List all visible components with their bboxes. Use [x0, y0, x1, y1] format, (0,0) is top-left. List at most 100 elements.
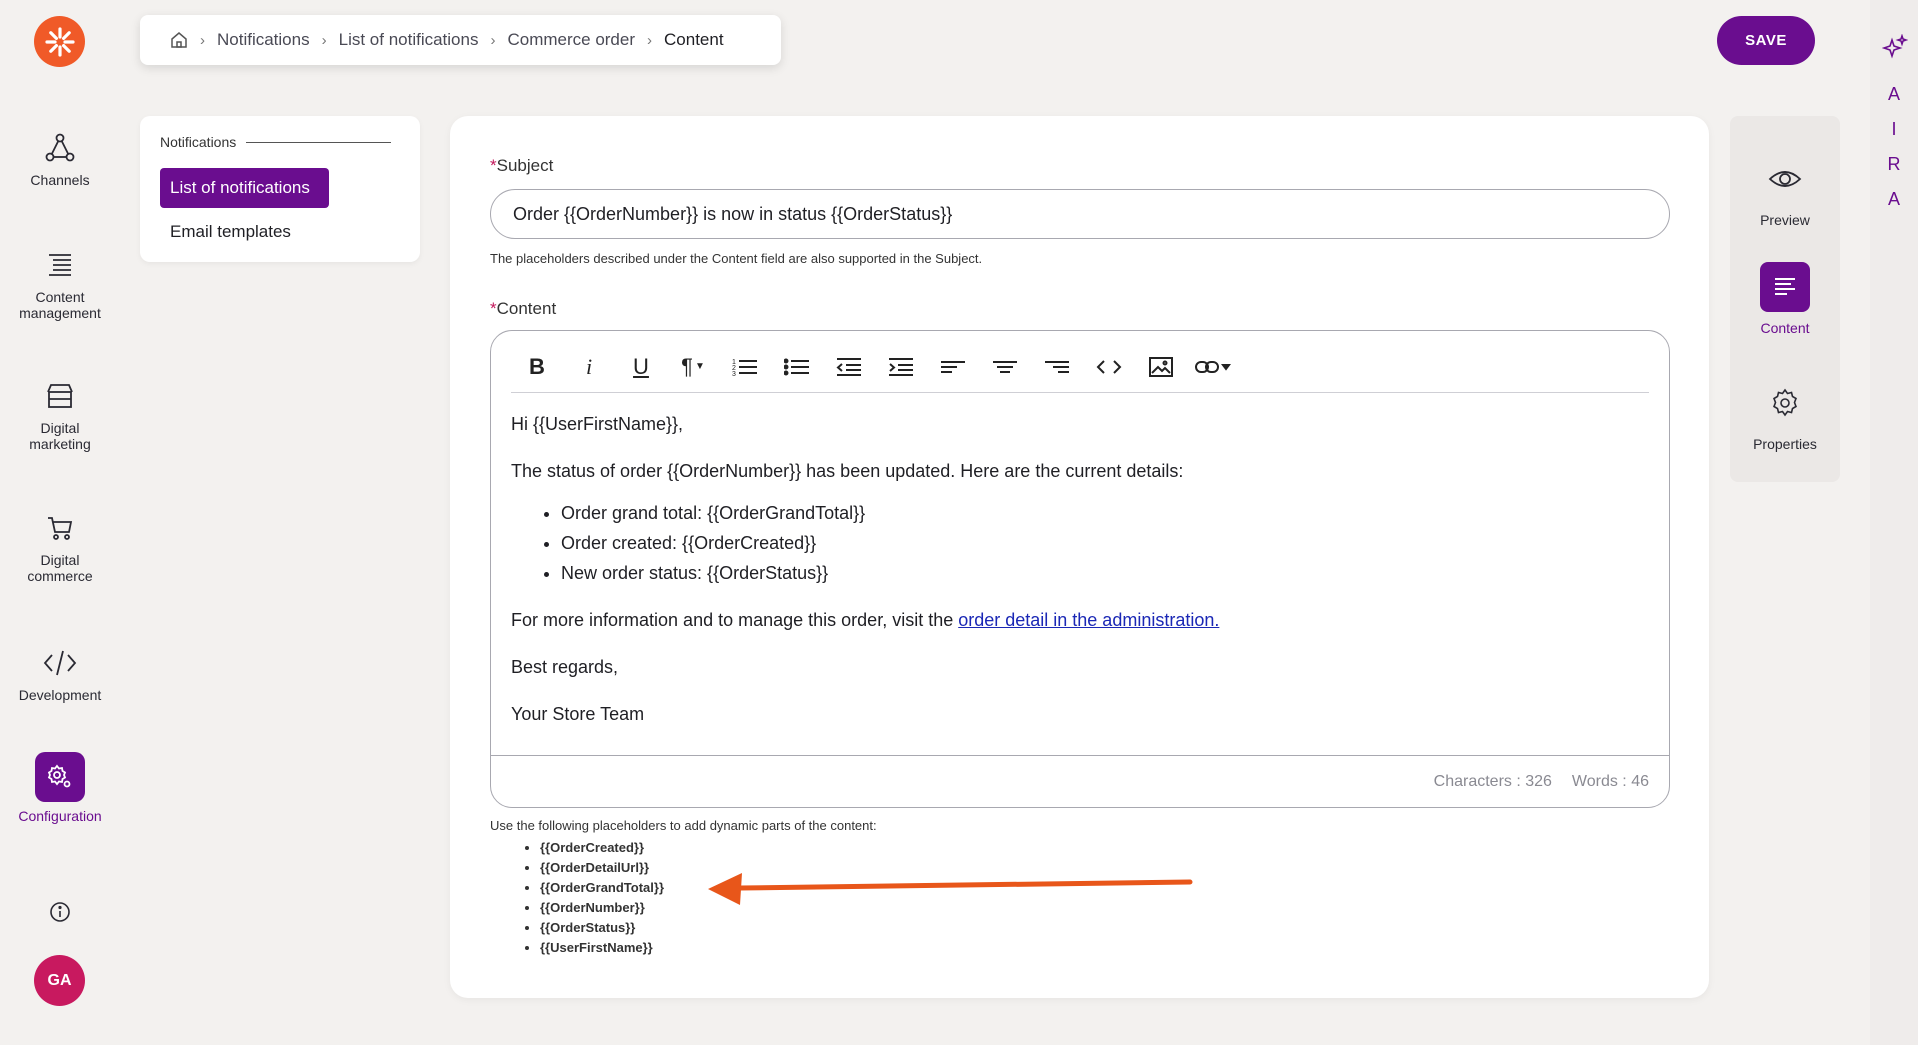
gear-icon — [35, 752, 85, 802]
required-marker: * — [490, 299, 497, 318]
annotation-arrow — [708, 873, 1193, 905]
aira-letter[interactable]: R — [1870, 154, 1918, 175]
info-icon[interactable] — [46, 898, 74, 926]
placeholder-item: {{OrderStatus}} — [540, 918, 664, 938]
placeholder-item: {{OrderDetailUrl}} — [540, 858, 664, 878]
subnav-item-email-templates[interactable]: Email templates — [170, 222, 291, 242]
placeholder-item: {{OrderNumber}} — [540, 898, 664, 918]
notifications-subnav: Notifications List of notifications Emai… — [140, 116, 420, 262]
content-label: *Content — [490, 299, 556, 319]
preview-label: Preview — [1760, 212, 1810, 228]
aira-letter[interactable]: A — [1870, 189, 1918, 210]
regards-paragraph: Best regards, — [511, 657, 619, 677]
properties-label: Properties — [1753, 436, 1817, 452]
italic-icon[interactable]: i — [563, 347, 615, 387]
breadcrumb: › Notifications › List of notifications … — [140, 15, 781, 65]
placeholders-list: {{OrderCreated}} {{OrderDetailUrl}} {{Or… — [522, 838, 664, 958]
word-count: Words : 46 — [1571, 772, 1649, 790]
ordered-list-icon[interactable]: 123 — [719, 347, 771, 387]
chevron-right-icon: › — [200, 31, 205, 49]
divider — [246, 141, 392, 143]
list-item: Order grand total: {{OrderGrandTotal}} — [561, 502, 1641, 524]
more-info-text: For more information and to manage this … — [511, 610, 959, 630]
indent-icon[interactable] — [875, 347, 927, 387]
order-detail-link[interactable]: order detail in the administration. — [958, 610, 1219, 630]
editor-footer: Characters : 326 Words : 46 — [491, 755, 1669, 807]
breadcrumb-item[interactable]: Commerce order — [507, 30, 635, 50]
placeholder-item: {{OrderCreated}} — [540, 838, 664, 858]
chevron-right-icon: › — [647, 31, 653, 49]
properties-tab[interactable]: Properties — [1730, 378, 1840, 452]
subnav-item-list-of-notifications[interactable]: List of notifications — [160, 168, 329, 208]
nav-label: Configuration — [18, 808, 102, 824]
cart-icon — [42, 510, 78, 546]
content-label-text: Content — [496, 299, 557, 318]
chevron-right-icon: › — [490, 31, 496, 49]
subject-input[interactable] — [490, 189, 1670, 239]
preview-tab[interactable]: Preview — [1730, 154, 1840, 228]
align-left-icon[interactable] — [927, 347, 979, 387]
nav-label: Digital marketing — [29, 420, 91, 452]
underline-icon[interactable]: U — [615, 347, 667, 387]
breadcrumb-current: Content — [664, 30, 724, 49]
placeholders-help: Use the following placeholders to add dy… — [490, 818, 877, 833]
nav-label: Digital commerce — [27, 552, 93, 584]
right-panel: Preview Content Properties — [1730, 116, 1840, 482]
code-icon — [42, 645, 78, 681]
editor-content[interactable]: Hi {{UserFirstName}}, The status of orde… — [511, 413, 1641, 750]
details-list: Order grand total: {{OrderGrandTotal}} O… — [561, 502, 1641, 584]
aira-sidebar: A I R A — [1870, 0, 1918, 1045]
content-tab[interactable]: Content — [1730, 262, 1840, 336]
nav-item-digital-marketing[interactable]: Digital marketing — [0, 378, 120, 452]
character-count: Characters : 326 — [1433, 772, 1552, 790]
list-item: Order created: {{OrderCreated}} — [561, 532, 1641, 554]
editor-toolbar: B i U ¶ ▼ 123 — [511, 341, 1649, 393]
gear-icon — [1760, 378, 1810, 428]
digital-marketing-icon — [42, 378, 78, 414]
nav-item-configuration[interactable]: Configuration — [0, 752, 120, 824]
breadcrumb-item[interactable]: List of notifications — [339, 30, 479, 50]
sparkles-icon[interactable] — [1881, 33, 1909, 65]
greeting-paragraph: Hi {{UserFirstName}}, — [511, 414, 684, 434]
link-icon[interactable] — [1187, 347, 1239, 387]
chevron-right-icon: › — [321, 31, 327, 49]
left-navigation: Channels Content management Digital mark… — [0, 0, 120, 1045]
nav-item-channels[interactable]: Channels — [0, 130, 120, 188]
subject-label: *Subject — [490, 156, 553, 176]
user-avatar[interactable]: GA — [34, 955, 85, 1006]
bold-icon[interactable]: B — [511, 347, 563, 387]
aira-letter[interactable]: A — [1870, 84, 1918, 105]
more-info-paragraph: For more information and to manage this … — [511, 609, 1641, 631]
image-icon[interactable] — [1135, 347, 1187, 387]
subject-hint: The placeholders described under the Con… — [490, 251, 983, 266]
eye-icon — [1760, 154, 1810, 204]
placeholder-item: {{UserFirstName}} — [540, 938, 664, 958]
nav-item-development[interactable]: Development — [0, 645, 120, 703]
list-item: New order status: {{OrderStatus}} — [561, 562, 1641, 584]
align-center-icon[interactable] — [979, 347, 1031, 387]
logo-asterisk-icon — [44, 26, 75, 57]
aira-letter[interactable]: I — [1870, 119, 1918, 140]
intro-paragraph: The status of order {{OrderNumber}} has … — [511, 461, 1184, 481]
save-button[interactable]: SAVE — [1717, 16, 1815, 65]
nav-item-digital-commerce[interactable]: Digital commerce — [0, 510, 120, 584]
subnav-heading-text: Notifications — [160, 134, 237, 150]
paragraph-icon[interactable]: ¶ ▼ — [667, 347, 719, 387]
subnav-heading: Notifications — [160, 134, 392, 150]
content-icon — [1760, 262, 1810, 312]
channels-icon — [42, 130, 78, 166]
kentico-logo[interactable] — [34, 16, 85, 67]
nav-label: Development — [18, 687, 102, 703]
home-icon[interactable] — [170, 31, 188, 49]
required-marker: * — [490, 156, 497, 175]
code-icon[interactable] — [1083, 347, 1135, 387]
nav-item-content-management[interactable]: Content management — [0, 247, 120, 321]
content-management-icon — [42, 247, 78, 283]
svg-text:3: 3 — [732, 371, 736, 377]
outdent-icon[interactable] — [823, 347, 875, 387]
rich-text-editor[interactable]: B i U ¶ ▼ 123 Hi {{UserFirstName}}, The … — [490, 330, 1670, 808]
breadcrumb-item[interactable]: Notifications — [217, 30, 310, 50]
align-right-icon[interactable] — [1031, 347, 1083, 387]
signature-paragraph: Your Store Team — [511, 704, 645, 724]
bullet-list-icon[interactable] — [771, 347, 823, 387]
